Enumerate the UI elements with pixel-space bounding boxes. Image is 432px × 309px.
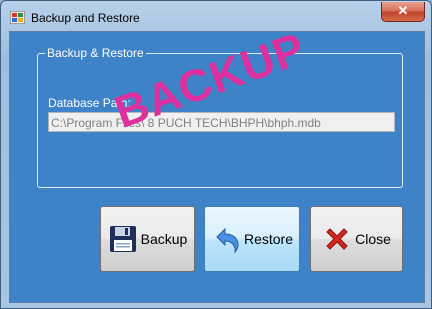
- database-path-label: Database Path:: [48, 96, 131, 110]
- backup-button-label: Backup: [140, 231, 188, 247]
- title-bar[interactable]: Backup and Restore ✕: [1, 1, 431, 31]
- close-button[interactable]: Close: [310, 206, 403, 272]
- window-title: Backup and Restore: [31, 11, 140, 25]
- backup-restore-window: Backup and Restore ✕ Backup & Restore Da…: [0, 0, 432, 309]
- database-path-field[interactable]: C:\Program Files\ 8 PUCH TECH\BHPH\bhph.…: [48, 112, 395, 132]
- close-button-label: Close: [355, 231, 391, 247]
- floppy-disk-icon: [109, 226, 136, 252]
- group-title: Backup & Restore: [45, 46, 146, 60]
- restore-button-label: Restore: [243, 231, 294, 247]
- client-area: Backup & Restore Database Path: C:\Progr…: [9, 22, 425, 303]
- backup-restore-group: Backup & Restore Database Path: C:\Progr…: [37, 46, 403, 188]
- undo-arrow-icon: [216, 227, 239, 254]
- window-close-button[interactable]: ✕: [381, 2, 425, 22]
- app-icon: [10, 11, 25, 24]
- backup-button[interactable]: Backup: [100, 206, 195, 272]
- restore-button[interactable]: Restore: [204, 206, 300, 272]
- red-x-icon: [326, 228, 348, 250]
